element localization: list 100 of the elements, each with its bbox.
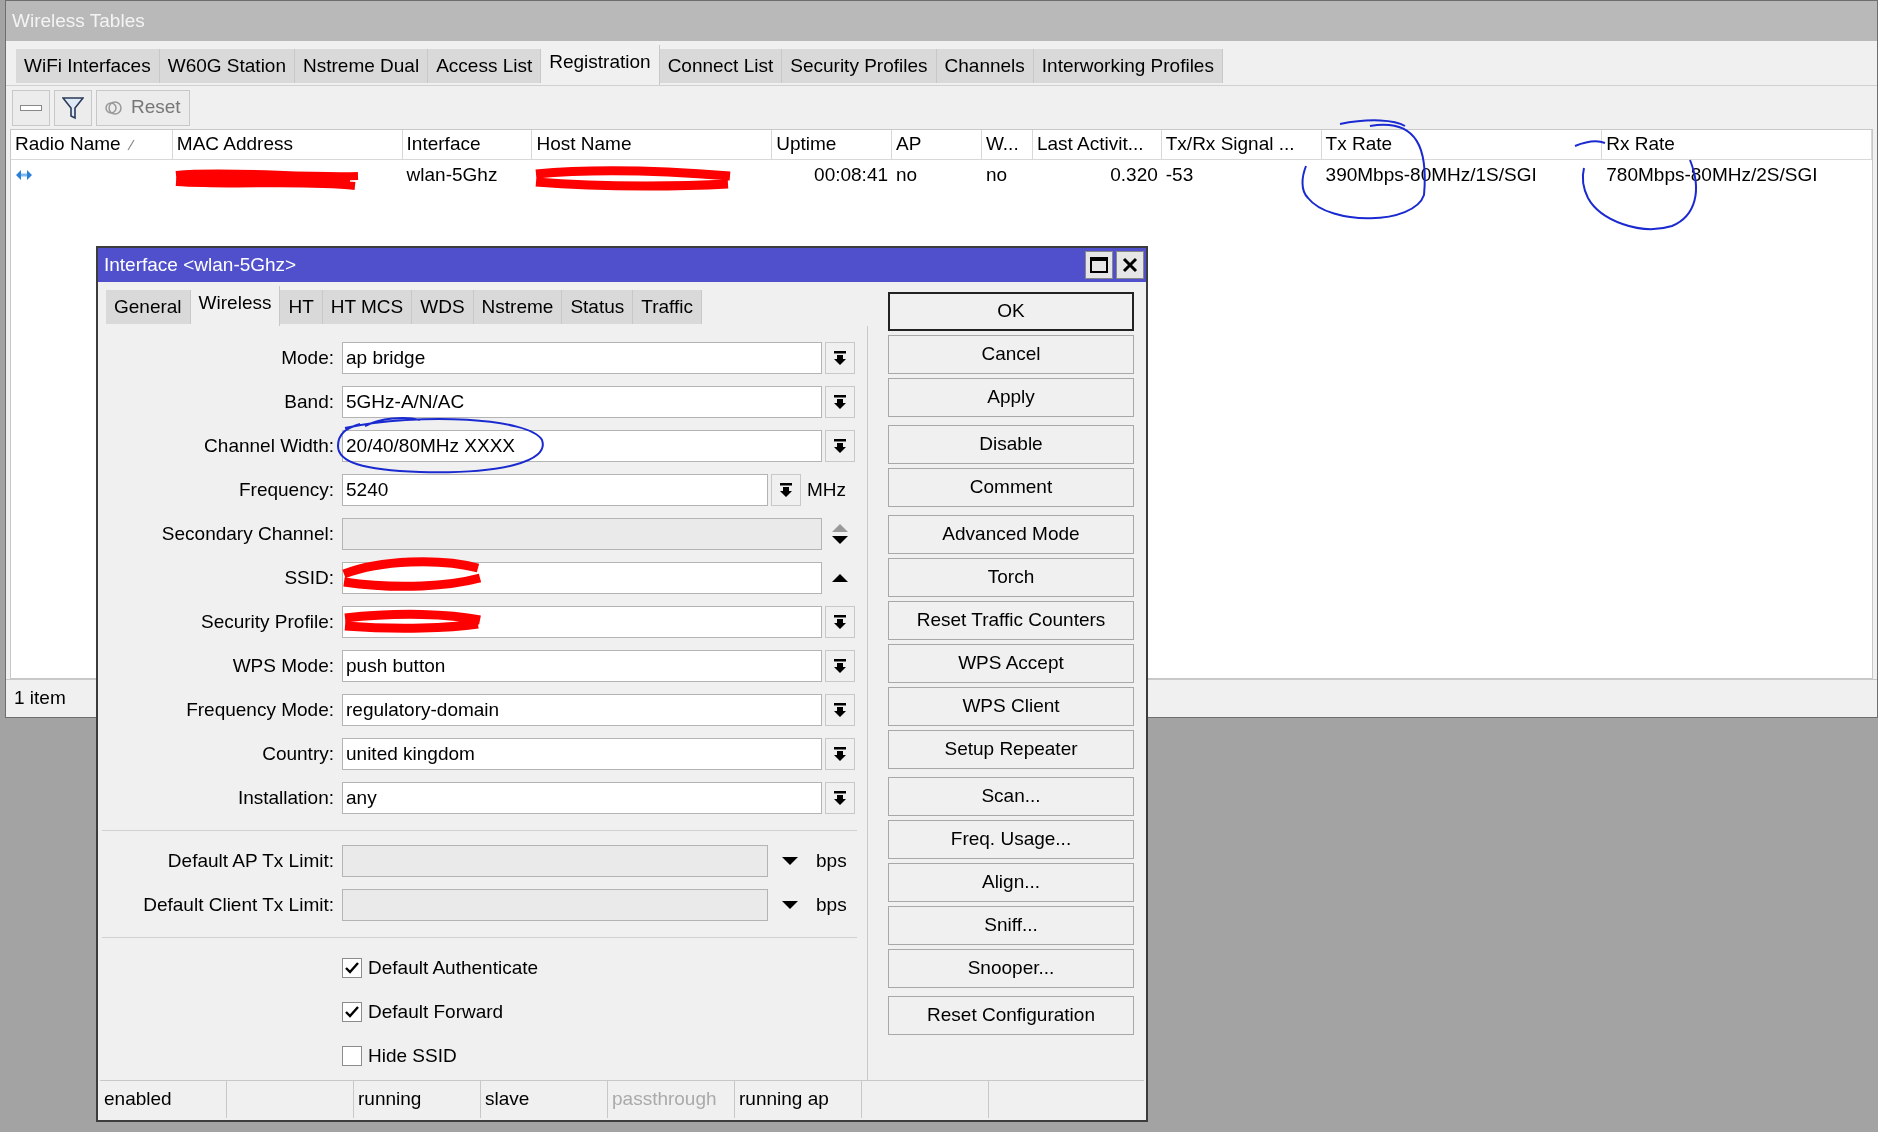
tab[interactable]: Traffic [633,290,702,324]
dialog-button[interactable]: Scan... [888,777,1134,816]
tab[interactable]: HT MCS [322,290,413,324]
dialog-button[interactable]: Align... [888,863,1134,902]
dropdown-button[interactable] [825,738,855,770]
tab[interactable]: HT [280,290,323,324]
dropdown-button[interactable] [825,606,855,638]
dialog-button[interactable]: Apply [888,378,1134,417]
checkbox-label: Default Forward [368,999,504,1024]
dropdown-arrow-icon [833,790,847,806]
registration-icon [15,168,33,182]
dropdown-arrow-icon [833,350,847,366]
dropdown-arrow-icon [779,482,793,498]
tab[interactable]: Status [562,290,634,324]
table-cell-text: -53 [1165,162,1194,187]
filter-button[interactable] [54,89,92,126]
text-field[interactable]: 20/40/80MHz XXXX [342,430,822,462]
window-title: Wireless Tables [12,8,145,33]
dialog-button[interactable]: Snooper... [888,949,1134,988]
status-cell: running [354,1081,481,1118]
dropdown-arrow-icon [833,394,847,410]
checkmark-icon [345,962,359,974]
field-value: any [346,785,377,810]
down-triangle-icon[interactable] [781,900,799,910]
text-field[interactable]: 5GHz-A/N/AC [342,386,822,418]
dialog-button[interactable]: Disable [888,425,1134,464]
tab[interactable]: WiFi Interfaces [16,49,160,83]
table-cell-text: no [896,162,918,187]
field-value: regulatory-domain [346,697,500,722]
text-field[interactable]: 5240 [342,474,768,506]
dialog-button[interactable]: Setup Repeater [888,730,1134,769]
tab[interactable]: Access List [428,49,542,83]
dialog-button[interactable]: Sniff... [888,906,1134,945]
dialog-button[interactable]: Torch [888,558,1134,597]
status-cell: enabled [100,1081,227,1118]
dialog-button[interactable]: Advanced Mode [888,515,1134,554]
text-field[interactable]: ap bridge [342,342,822,374]
dropdown-button[interactable] [825,782,855,814]
dropdown-arrow-icon [833,438,847,454]
dropdown-arrow-icon [833,658,847,674]
tab[interactable]: Interworking Profiles [1033,49,1223,83]
tab[interactable]: Security Profiles [782,49,937,83]
dropdown-button[interactable] [825,386,855,418]
reset-button[interactable]: Reset [96,89,190,126]
checkbox-label: Default Authenticate [368,955,539,980]
checkbox[interactable] [342,1002,362,1022]
field-label: Frequency: [237,477,335,502]
maximize-icon [1090,257,1108,273]
tab[interactable]: WDS [412,290,474,324]
field-label: Country: [261,741,335,766]
dropdown-button[interactable] [825,342,855,374]
text-field[interactable]: push button [342,650,822,682]
field-value: 20/40/80MHz XXXX [346,433,515,458]
up-arrow-icon[interactable] [831,573,849,583]
dialog-button[interactable]: WPS Client [888,687,1134,726]
tab[interactable]: Nstreme Dual [295,49,429,83]
checkbox[interactable] [342,1046,362,1066]
dropdown-arrow-icon [833,702,847,718]
field-label: Channel Width: [203,433,335,458]
up-down-arrows-icon[interactable] [831,521,849,547]
dialog-title: Interface <wlan-5Ghz> [104,252,297,277]
table-cell-text: 0.320 [1110,162,1158,187]
field-label: Mode: [280,345,335,370]
dropdown-button[interactable] [825,430,855,462]
field-label: Security Profile: [199,609,335,634]
unit-label: bps [816,848,847,873]
dropdown-button[interactable] [771,474,801,506]
dialog-button[interactable]: Comment [888,468,1134,507]
field-label: SSID: [283,565,335,590]
down-triangle-icon[interactable] [781,856,799,866]
remove-button[interactable] [12,89,50,126]
tab[interactable]: Channels [936,49,1034,83]
dialog-button[interactable]: WPS Accept [888,644,1134,683]
dialog-button[interactable]: Reset Configuration [888,996,1134,1035]
tab[interactable]: Connect List [659,49,783,83]
text-field[interactable]: regulatory-domain [342,694,822,726]
table-cell-text: wlan-5Ghz [406,162,498,187]
filter-icon [62,95,84,120]
dropdown-button[interactable] [825,650,855,682]
close-button[interactable] [1116,251,1144,279]
dialog-button[interactable]: OK [888,292,1134,331]
dialog-button[interactable]: Freq. Usage... [888,820,1134,859]
minus-icon [20,104,42,111]
dropdown-button[interactable] [825,694,855,726]
text-field[interactable]: united kingdom [342,738,822,770]
field-value: united kingdom [346,741,475,766]
checkbox[interactable] [342,958,362,978]
text-field[interactable]: any [342,782,822,814]
field-value: 5240 [346,477,389,502]
tab[interactable]: General [106,290,191,324]
dropdown-arrow-icon [833,746,847,762]
dialog-button[interactable]: Reset Traffic Counters [888,601,1134,640]
tab[interactable]: Nstreme [473,290,563,324]
unit-label: bps [816,892,847,917]
field-label: Band: [283,389,335,414]
status-cell: slave [481,1081,608,1118]
tab[interactable]: W60G Station [159,49,295,83]
maximize-button[interactable] [1085,251,1113,279]
field-value: push button [346,653,446,678]
dialog-button[interactable]: Cancel [888,335,1134,374]
